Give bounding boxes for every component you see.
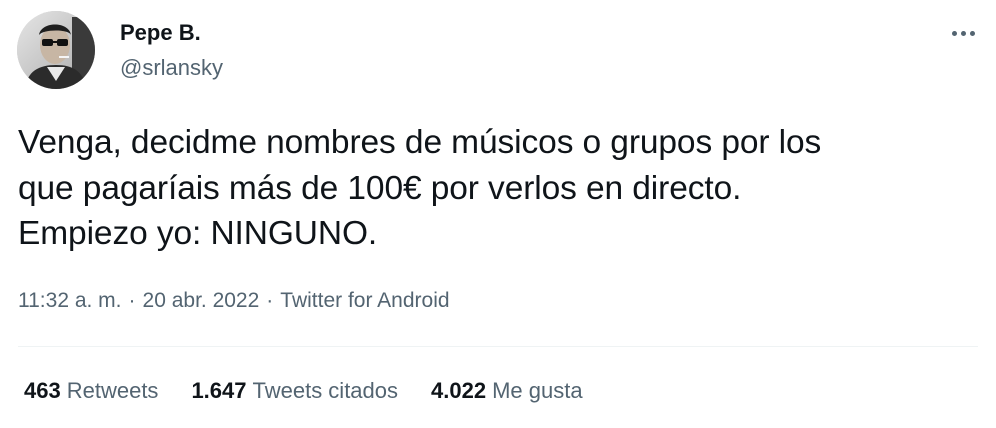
more-horizontal-icon-dot xyxy=(960,30,966,36)
more-horizontal-icon xyxy=(951,30,957,36)
display-name[interactable]: Pepe B. xyxy=(120,20,201,46)
tweet-time-link[interactable]: 11:32 a. m. xyxy=(18,289,122,312)
tweet-card: Pepe B. @srlansky Venga, decidme nombres… xyxy=(0,0,996,428)
quote-tweets-label: Tweets citados xyxy=(252,378,399,403)
more-options-button[interactable] xyxy=(938,18,988,48)
likes-stat[interactable]: 4.022 Me gusta xyxy=(431,376,583,406)
tweet-text: Venga, decidme nombres de músicos o grup… xyxy=(18,124,822,252)
divider xyxy=(18,346,978,347)
retweets-label: Retweets xyxy=(66,378,159,403)
more-horizontal-icon-dot xyxy=(969,30,975,36)
quote-tweets-count: 1.647 xyxy=(191,378,247,403)
tweet-date-link[interactable]: 20 abr. 2022 xyxy=(143,289,260,312)
likes-count: 4.022 xyxy=(431,378,487,403)
retweets-stat[interactable]: 463 Retweets xyxy=(24,376,158,406)
meta-separator: · xyxy=(128,289,136,312)
meta-separator: · xyxy=(266,289,274,312)
tweet-stats: 463 Retweets 1.647 Tweets citados 4.022 Me … xyxy=(24,376,616,406)
tweet-source-link[interactable]: Twitter for Android xyxy=(280,289,449,312)
user-handle[interactable]: @srlansky xyxy=(120,54,223,82)
profile-photo xyxy=(17,11,95,89)
quote-tweets-stat[interactable]: 1.647 Tweets citados xyxy=(191,376,398,406)
retweets-count: 463 xyxy=(24,378,61,403)
tweet-metadata: 11:32 a. m. · 20 abr. 2022 · Twitter for And… xyxy=(18,286,450,316)
avatar[interactable] xyxy=(17,11,95,89)
likes-label: Me gusta xyxy=(492,378,583,403)
